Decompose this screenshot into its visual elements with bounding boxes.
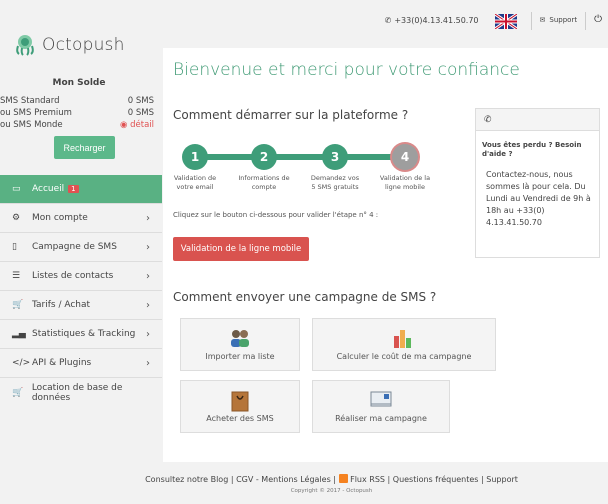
step-label: Demandez vos 5 SMS gratuits: [310, 174, 360, 191]
sidebar-item-label: Listes de contacts: [32, 271, 114, 281]
blog-link[interactable]: Consultez notre Blog: [145, 475, 228, 484]
sidebar-nav: ▭ Accueil 1 ⚙ Mon compte › ▯ Campagne de…: [0, 175, 162, 407]
chevron-right-icon: ›: [146, 212, 150, 224]
cart-icon: 🛒: [12, 387, 24, 398]
chevron-right-icon: ›: [146, 270, 150, 282]
code-icon: </>: [12, 358, 31, 368]
steps-progress-line: [190, 154, 405, 160]
tile-label: Acheter des SMS: [206, 414, 274, 423]
balance-row: SMS Standard 0 SMS: [0, 96, 158, 106]
phone-number: +33(0)4.13.41.50.70: [394, 16, 479, 25]
faq-link[interactable]: Questions fréquentes: [393, 475, 479, 484]
support-label: Support: [549, 16, 578, 24]
tile-label: Calculer le coût de ma campagne: [336, 352, 472, 361]
sidebar-item-accueil[interactable]: ▭ Accueil 1: [0, 175, 162, 204]
list-icon: ☰: [12, 271, 21, 281]
step-label: Validation de la ligne mobile: [379, 174, 431, 191]
envelope-icon: ✉: [539, 16, 546, 24]
sidebar-item-label: Statistiques & Tracking: [32, 329, 136, 339]
brand-name: Octopush: [42, 35, 125, 55]
detail-label: détail: [130, 120, 154, 130]
balance-label: SMS Standard: [0, 96, 60, 106]
sidebar-item-listes-contacts[interactable]: ☰ Listes de contacts ›: [0, 262, 162, 291]
sidebar-item-mon-compte[interactable]: ⚙ Mon compte ›: [0, 204, 162, 233]
sidebar-item-label: Location de base de données: [31, 382, 123, 403]
sidebar-item-label: Campagne de SMS: [32, 242, 117, 252]
buy-sms-tile[interactable]: Acheter des SMS: [180, 380, 300, 433]
uk-flag-icon[interactable]: [494, 14, 517, 29]
sidebar-item-location-base[interactable]: 🛒 Location de base de données: [0, 378, 162, 407]
phone-contact[interactable]: ✆ +33(0)4.13.41.50.70: [385, 16, 479, 25]
octopus-icon: [16, 35, 34, 56]
step-2: 2: [251, 144, 277, 170]
sidebar-item-api-plugins[interactable]: </> API & Plugins ›: [0, 349, 162, 378]
balance-label: ou SMS Monde: [0, 120, 63, 130]
sidebar-item-label: Mon compte: [32, 213, 88, 223]
gear-icon: ⚙: [12, 213, 21, 223]
step-3: 3: [322, 144, 348, 170]
bar-chart-icon: ▂▄: [12, 329, 26, 339]
step-label: Validation de votre email: [173, 174, 217, 191]
phone-icon: ✆: [384, 16, 392, 25]
phone-icon: ✆: [484, 114, 492, 125]
support-footer-link[interactable]: Support: [486, 475, 518, 484]
send-heading: Comment envoyer une campagne de SMS ?: [173, 290, 437, 304]
balance-row: ou SMS Monde ◉ détail: [0, 120, 158, 130]
tile-label: Importer ma liste: [205, 352, 275, 361]
help-header: ✆: [476, 109, 599, 131]
chart-icon: [394, 330, 411, 348]
validate-mobile-button[interactable]: Validation de la ligne mobile: [173, 237, 309, 261]
step-4: 4: [392, 144, 418, 170]
tile-label: Réaliser ma campagne: [335, 414, 427, 423]
chevron-right-icon: ›: [146, 357, 150, 369]
envelope-icon: [370, 391, 392, 407]
logout-power-icon[interactable]: ⏻: [586, 15, 602, 25]
step-label: Informations de compte: [238, 174, 290, 191]
mobile-icon: ▯: [12, 242, 17, 252]
help-question: Vous êtes perdu ? Besoin d'aide ?: [482, 141, 582, 159]
support-link[interactable]: ✉ Support: [532, 16, 586, 24]
step-1: 1: [182, 144, 208, 170]
chevron-right-icon: ›: [146, 328, 150, 340]
copyright: Copyright © 2017 - Octopush: [290, 488, 373, 494]
chevron-right-icon: ›: [146, 241, 150, 253]
brand-logo[interactable]: Octopush: [14, 34, 125, 56]
footer-links: Consultez notre Blog | CGV - Mentions Lé…: [145, 474, 518, 484]
balance-row: ou SMS Premium 0 SMS: [0, 108, 158, 118]
balance-value: 0 SMS: [127, 108, 154, 118]
start-heading: Comment démarrer sur la plateforme ?: [173, 108, 409, 122]
import-list-tile[interactable]: Importer ma liste: [180, 318, 300, 371]
sidebar-item-statistiques[interactable]: ▂▄ Statistiques & Tracking ›: [0, 320, 162, 349]
cgv-link[interactable]: CGV - Mentions Légales: [236, 475, 331, 484]
main-content: Bienvenue et merci pour votre confiance …: [163, 48, 608, 462]
help-text: Contactez-nous, nous sommes là pour cela…: [486, 170, 591, 228]
cart-icon: 🛒: [12, 300, 24, 310]
recharge-button[interactable]: Recharger: [54, 136, 115, 159]
sidebar-item-tarifs[interactable]: 🛒 Tarifs / Achat ›: [0, 291, 162, 320]
cost-calculator-tile[interactable]: Calculer le coût de ma campagne: [312, 318, 496, 371]
monitor-icon: ▭: [12, 184, 21, 194]
eye-icon: ◉: [119, 120, 128, 130]
notification-badge: 1: [68, 185, 79, 193]
bag-icon: [231, 391, 249, 412]
help-box: ✆ Vous êtes perdu ? Besoin d'aide ? Cont…: [475, 108, 600, 258]
rss-icon: [338, 474, 348, 483]
balance-label: ou SMS Premium: [0, 108, 72, 118]
sidebar-item-campagne-sms[interactable]: ▯ Campagne de SMS ›: [0, 233, 162, 262]
instruction-text: Cliquez sur le bouton ci-dessous pour va…: [173, 211, 379, 219]
sidebar-item-label: Accueil: [32, 184, 65, 194]
page-title: Bienvenue et merci pour votre confiance: [173, 60, 520, 80]
contacts-icon: [231, 330, 249, 347]
create-campaign-tile[interactable]: Réaliser ma campagne: [312, 380, 450, 433]
balance-title: Mon Solde: [52, 78, 106, 88]
sidebar-item-label: Tarifs / Achat: [32, 300, 91, 310]
rss-link[interactable]: Flux RSS: [350, 475, 385, 484]
balance-value: 0 SMS: [127, 96, 154, 106]
chevron-right-icon: ›: [146, 299, 150, 311]
sidebar-item-label: API & Plugins: [32, 358, 92, 368]
detail-link[interactable]: ◉ détail: [120, 120, 154, 130]
